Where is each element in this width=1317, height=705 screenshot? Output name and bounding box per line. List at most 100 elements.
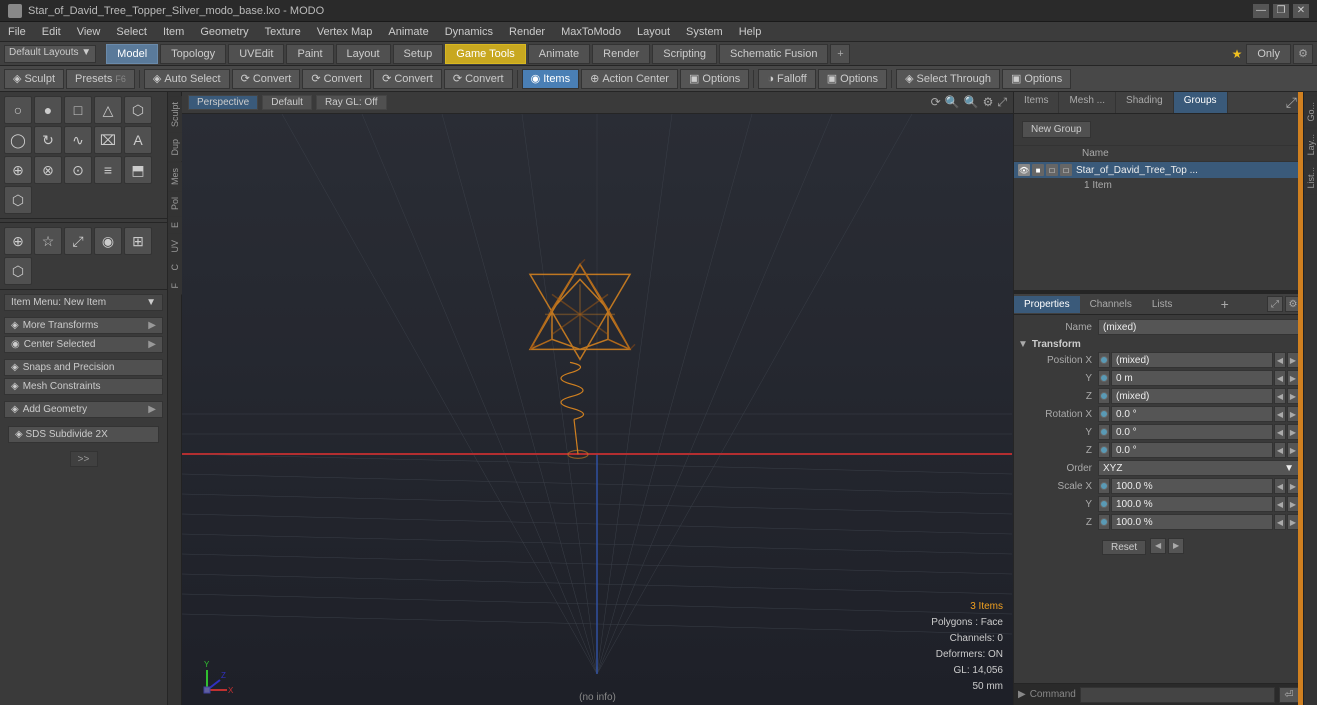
viewport-settings-icon[interactable]: ⚙ — [983, 95, 994, 110]
scale-z-circle-btn[interactable] — [1098, 514, 1110, 530]
close-button[interactable]: ✕ — [1293, 4, 1309, 18]
add-geometry-button[interactable]: ◈ Add Geometry ▶ — [4, 401, 163, 418]
default-layouts-dropdown[interactable]: Default Layouts ▼ — [4, 45, 96, 63]
tab-game-tools[interactable]: Game Tools — [445, 44, 526, 64]
auto-select-button[interactable]: ◈ Auto Select — [144, 69, 230, 89]
rot-x-circle-btn[interactable] — [1098, 406, 1110, 422]
tab-groups[interactable]: Groups — [1174, 92, 1228, 113]
vtab-dup[interactable]: Dup — [168, 133, 182, 162]
vtab-uv[interactable]: UV — [168, 234, 182, 259]
reset-nav-next[interactable]: ▶ — [1168, 538, 1184, 554]
items-button[interactable]: ◉ Items — [522, 69, 580, 89]
reset-button[interactable]: Reset — [1102, 540, 1146, 555]
order-dropdown[interactable]: XYZ ▼ — [1098, 460, 1299, 476]
scale-x-circle-btn[interactable] — [1098, 478, 1110, 494]
tab-scripting[interactable]: Scripting — [652, 44, 717, 64]
rotation-y-input[interactable]: 0.0 ° — [1111, 424, 1273, 440]
properties-tab[interactable]: Properties — [1014, 296, 1080, 313]
vtab-pol[interactable]: Pol — [168, 191, 182, 216]
default-view-label[interactable]: Default — [262, 95, 312, 110]
pos-y-circle-btn[interactable] — [1098, 370, 1110, 386]
rot-y-circle-btn[interactable] — [1098, 424, 1110, 440]
rotation-z-input[interactable]: 0.0 ° — [1111, 442, 1273, 458]
grid-tool[interactable]: ⌧ — [94, 126, 122, 154]
position-z-input[interactable]: (mixed) — [1111, 388, 1273, 404]
tab-shading[interactable]: Shading — [1116, 92, 1174, 113]
add-props-tab-icon[interactable]: + — [1215, 294, 1235, 314]
viewport-canvas[interactable]: .gl { stroke: #3a3f48; stroke-width: 0.5… — [182, 114, 1013, 705]
scale-y-circle-btn[interactable] — [1098, 496, 1110, 512]
sculpt-button[interactable]: ◈ Sculpt — [4, 69, 64, 89]
falloff-button[interactable]: ◑ Falloff — [758, 69, 815, 89]
lock-icon[interactable]: □ — [1046, 164, 1058, 176]
rotate-tool[interactable]: ↻ — [34, 126, 62, 154]
tab-mesh[interactable]: Mesh ... — [1059, 92, 1116, 113]
pos-x-circle-btn[interactable] — [1098, 352, 1110, 368]
curve-tool[interactable]: ∿ — [64, 126, 92, 154]
menu-item-view[interactable]: View — [69, 22, 109, 41]
vtab-mes[interactable]: Mes — [168, 162, 182, 191]
tab-topology[interactable]: Topology — [160, 44, 226, 64]
minimize-button[interactable]: — — [1253, 4, 1269, 18]
menu-item-edit[interactable]: Edit — [34, 22, 69, 41]
convert-button-4[interactable]: ⟳ Convert — [444, 69, 513, 89]
rot-z-dec-btn[interactable]: ◀ — [1274, 442, 1286, 458]
presets-button[interactable]: Presets F6 — [66, 69, 135, 89]
hex-tool[interactable]: ⬡ — [4, 186, 32, 214]
eye-icon[interactable]: 👁 — [1018, 164, 1030, 176]
sphere-tool[interactable]: ○ — [4, 96, 32, 124]
transform-section-header[interactable]: ▼ Transform — [1018, 339, 1299, 350]
titlebar-controls[interactable]: — ❐ ✕ — [1253, 4, 1309, 18]
scale-y-input[interactable]: 100.0 % — [1111, 496, 1273, 512]
circle-tool[interactable]: ◯ — [4, 126, 32, 154]
action-center-button[interactable]: ⊕ Action Center — [581, 69, 678, 89]
convert-button-2[interactable]: ⟳ Convert — [302, 69, 371, 89]
lists-tab[interactable]: Lists — [1142, 296, 1183, 313]
menu-item-item[interactable]: Item — [155, 22, 192, 41]
scale-x-dec-btn[interactable]: ◀ — [1274, 478, 1286, 494]
menu-item-vertex map[interactable]: Vertex Map — [309, 22, 381, 41]
name-value[interactable]: (mixed) — [1098, 319, 1299, 335]
channels-tab[interactable]: Channels — [1080, 296, 1142, 313]
vtab-lay[interactable]: Lay... — [1304, 128, 1317, 161]
sphere-solid-tool[interactable]: ● — [34, 96, 62, 124]
sds-subdivide-button[interactable]: ◈ SDS Subdivide 2X — [8, 426, 159, 443]
vtab-sculpt[interactable]: Sculpt — [168, 96, 182, 133]
lines-tool[interactable]: ≡ — [94, 156, 122, 184]
command-input[interactable] — [1080, 687, 1275, 703]
raygl-label[interactable]: Ray GL: Off — [316, 95, 387, 110]
reset-nav-prev[interactable]: ◀ — [1150, 538, 1166, 554]
options-button-1[interactable]: ▣ Options — [680, 69, 749, 89]
render-icon[interactable]: ■ — [1032, 164, 1044, 176]
scale-x-input[interactable]: 100.0 % — [1111, 478, 1273, 494]
tab-layout[interactable]: Layout — [336, 44, 391, 64]
maximize-button[interactable]: ❐ — [1273, 4, 1289, 18]
cone-tool[interactable]: △ — [94, 96, 122, 124]
tab-uvedit[interactable]: UVEdit — [228, 44, 284, 64]
only-button[interactable]: Only — [1246, 44, 1291, 64]
vtab-c[interactable]: C — [168, 258, 182, 277]
item-row-star[interactable]: 👁 ■ □ □ Star_of_David_Tree_Top ... — [1014, 162, 1303, 178]
rot-x-dec-btn[interactable]: ◀ — [1274, 406, 1286, 422]
position-y-input[interactable]: 0 m — [1111, 370, 1273, 386]
zoom-in-icon[interactable]: 🔍 — [964, 95, 979, 110]
pos-z-dec-btn[interactable]: ◀ — [1274, 388, 1286, 404]
scale-z-dec-btn[interactable]: ◀ — [1274, 514, 1286, 530]
cross-tool[interactable]: ⊗ — [34, 156, 62, 184]
add-tool[interactable]: ⊕ — [4, 156, 32, 184]
star-shape-tool[interactable]: ☆ — [34, 227, 62, 255]
item-menu-dropdown[interactable]: Item Menu: New Item ▼ — [4, 294, 163, 311]
menu-item-help[interactable]: Help — [731, 22, 770, 41]
hex2-tool[interactable]: ⬡ — [4, 257, 32, 285]
menu-item-select[interactable]: Select — [108, 22, 155, 41]
menu-item-system[interactable]: System — [678, 22, 731, 41]
scale-y-dec-btn[interactable]: ◀ — [1274, 496, 1286, 512]
menu-item-dynamics[interactable]: Dynamics — [437, 22, 501, 41]
settings-button[interactable]: ⚙ — [1293, 44, 1313, 64]
vtab-go[interactable]: Go... — [1304, 96, 1317, 128]
menu-item-geometry[interactable]: Geometry — [192, 22, 256, 41]
pos-x-dec-btn[interactable]: ◀ — [1274, 352, 1286, 368]
move-tool[interactable]: ⊕ — [4, 227, 32, 255]
pos-y-dec-btn[interactable]: ◀ — [1274, 370, 1286, 386]
new-group-button[interactable]: New Group — [1022, 121, 1091, 138]
